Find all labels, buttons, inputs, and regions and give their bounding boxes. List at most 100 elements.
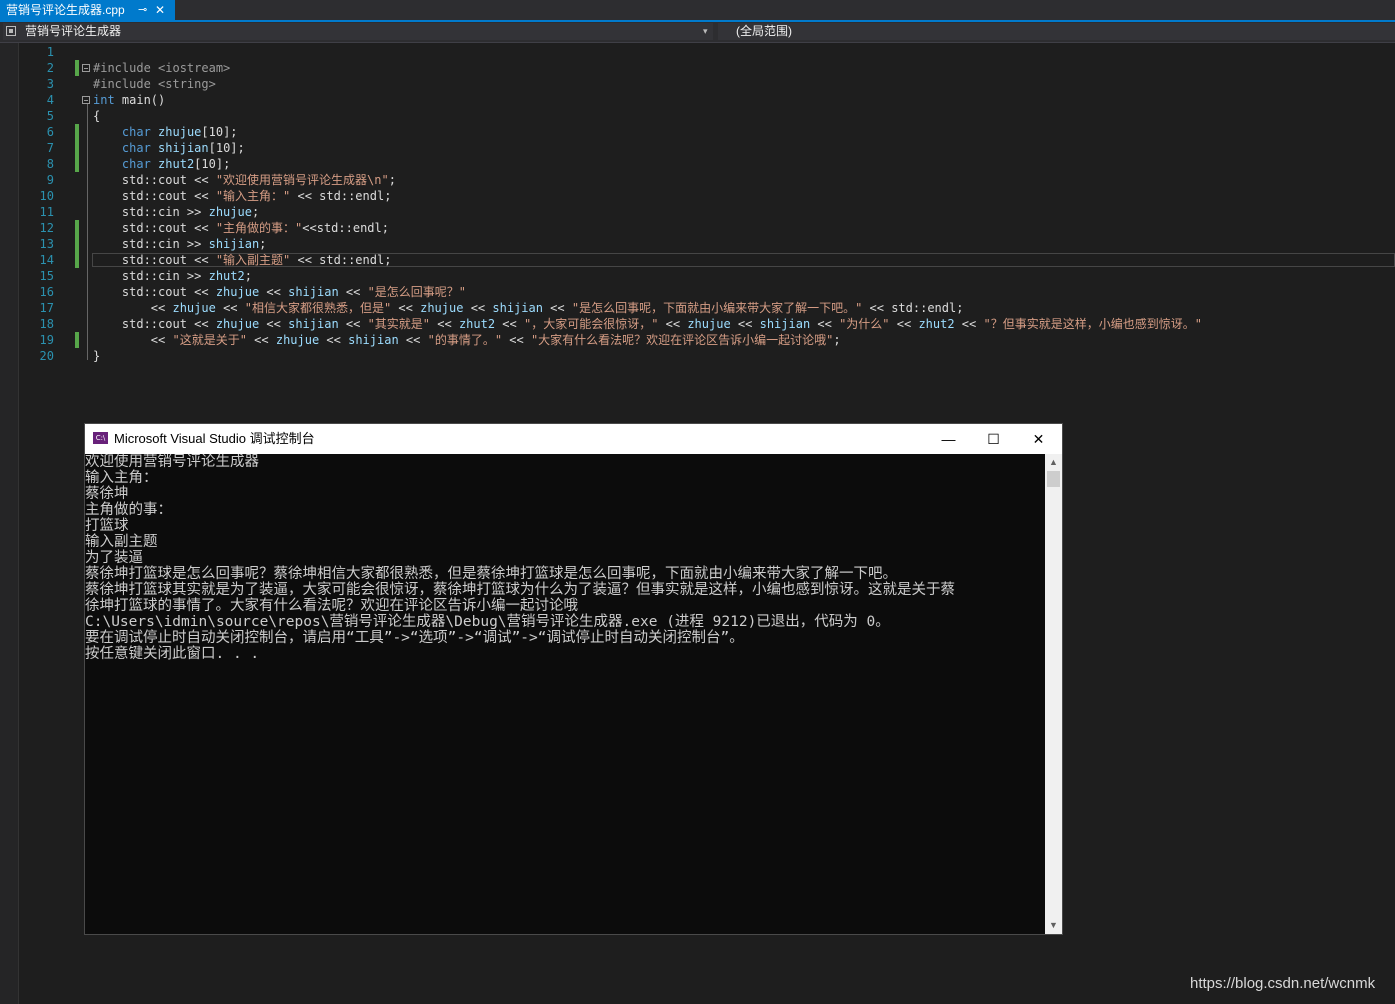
- variable: shijian: [759, 317, 811, 331]
- code-token: std::cout <<: [93, 317, 216, 331]
- project-dropdown-label: 营销号评论生成器: [25, 24, 122, 38]
- navigation-bar: 营销号评论生成器 ▾ (全局范围): [0, 22, 1395, 43]
- code-token: main(): [114, 93, 166, 107]
- code-text: {: [93, 108, 100, 124]
- document-tab[interactable]: 营销号评论生成器.cpp ⊸ ✕: [0, 0, 175, 20]
- code-line[interactable]: 14 std::cout << "输入副主题" << std::endl;: [0, 252, 1395, 268]
- code-line[interactable]: 8 char zhut2[10];: [0, 156, 1395, 172]
- code-token: std::cin >>: [93, 237, 209, 251]
- code-token: <<: [338, 317, 368, 331]
- change-marker: [75, 140, 79, 156]
- console-scrollbar[interactable]: ▲ ▼: [1045, 454, 1062, 934]
- code-line[interactable]: 1: [0, 44, 1395, 60]
- chevron-down-icon: ▾: [703, 26, 708, 36]
- debug-console-window[interactable]: C:\ Microsoft Visual Studio 调试控制台 — ☐ ✕ …: [85, 424, 1062, 934]
- code-line[interactable]: 20}: [0, 348, 1395, 364]
- line-number: 19: [39, 333, 54, 347]
- code-token: ;: [833, 333, 841, 347]
- line-number: 8: [46, 157, 54, 171]
- code-line[interactable]: 12 std::cout << "主角做的事："<<std::endl;: [0, 220, 1395, 236]
- string-literal: "相信大家都很熟悉，但是": [244, 301, 392, 315]
- code-token: <<: [259, 317, 289, 331]
- code-line[interactable]: 16 std::cout << zhujue << shijian << "是怎…: [0, 284, 1395, 300]
- console-line: C:\Users\idmin\source\repos\营销号评论生成器\Deb…: [85, 614, 890, 630]
- console-app-icon: C:\: [93, 432, 108, 444]
- console-line: 蔡徐坤: [85, 486, 129, 502]
- scrollbar-thumb[interactable]: [1047, 471, 1060, 487]
- console-title-bar[interactable]: C:\ Microsoft Visual Studio 调试控制台 — ☐ ✕: [85, 424, 1062, 454]
- change-marker: [75, 332, 79, 348]
- variable: zhut2: [208, 269, 245, 283]
- code-token: <<: [810, 317, 840, 331]
- scroll-down-arrow-icon[interactable]: ▼: [1045, 917, 1062, 934]
- scroll-up-arrow-icon[interactable]: ▲: [1045, 454, 1062, 471]
- code-token: ;: [251, 205, 260, 219]
- console-title: Microsoft Visual Studio 调试控制台: [114, 431, 315, 446]
- string-literal: "欢迎使用营销号评论生成器\n": [215, 173, 389, 187]
- code-token: <<: [93, 301, 173, 315]
- code-token: <<: [259, 285, 289, 299]
- string-literal: "这就是关于": [172, 333, 247, 347]
- code-token: <<: [430, 317, 459, 331]
- console-line: 主角做的事：: [85, 502, 172, 518]
- project-dropdown[interactable]: 营销号评论生成器 ▾: [3, 23, 713, 40]
- variable: zhujue: [215, 317, 260, 331]
- code-line[interactable]: 17 << zhujue << "相信大家都很熟悉，但是" << zhujue …: [0, 300, 1395, 316]
- change-marker: [75, 236, 79, 252]
- code-line[interactable]: 10 std::cout << "输入主角：" << std::endl;: [0, 188, 1395, 204]
- code-token: <<: [542, 301, 572, 315]
- code-token: <<: [730, 317, 760, 331]
- collapse-toggle-icon[interactable]: [82, 64, 90, 72]
- minimize-button[interactable]: —: [926, 424, 971, 454]
- code-line[interactable]: 7 char shijian[10];: [0, 140, 1395, 156]
- console-line: 要在调试停止时自动关闭控制台，请启用“工具”->“选项”->“调试”->“调试停…: [85, 630, 744, 646]
- string-literal: "是怎么回事呢？": [367, 285, 467, 299]
- code-text: char shijian[10];: [93, 140, 245, 156]
- code-token: ;: [259, 237, 267, 251]
- code-token: }: [93, 349, 101, 363]
- console-line: 蔡徐坤打篮球其实就是为了装逼，大家可能会很惊讶，蔡徐坤打篮球为什么为了装逼？但事…: [85, 582, 955, 598]
- tab-close-icon[interactable]: ✕: [155, 0, 165, 20]
- scope-dropdown[interactable]: (全局范围): [718, 23, 1395, 40]
- code-line[interactable]: 4 int main(): [0, 92, 1395, 108]
- maximize-button[interactable]: ☐: [971, 424, 1016, 454]
- line-number: 12: [39, 221, 54, 235]
- close-button[interactable]: ✕: [1016, 424, 1061, 454]
- console-line: 输入副主题: [85, 534, 158, 550]
- code-line[interactable]: 3 #include <string>: [0, 76, 1395, 92]
- variable: zhujue: [687, 317, 731, 331]
- code-line[interactable]: 11 std::cin >> zhujue;: [0, 204, 1395, 220]
- string-literal: "，大家可能会很惊讶，": [523, 317, 659, 331]
- console-line: 输入主角：: [85, 470, 158, 486]
- variable: shijian: [348, 333, 399, 347]
- line-number: 3: [46, 77, 54, 91]
- string-literal: "？但事实就是这样，小编也感到惊讶。": [983, 317, 1202, 331]
- code-line[interactable]: 2 #include <iostream>: [0, 60, 1395, 76]
- code-token: [10];: [208, 141, 245, 155]
- code-text: std::cin >> zhut2;: [93, 268, 252, 284]
- code-text: char zhut2[10];: [93, 156, 230, 172]
- code-line[interactable]: 6 char zhujue[10];: [0, 124, 1395, 140]
- collapse-toggle-icon[interactable]: [82, 96, 90, 104]
- code-line[interactable]: 18 std::cout << zhujue << shijian << "其实…: [0, 316, 1395, 332]
- code-line[interactable]: 15 std::cin >> zhut2;: [0, 268, 1395, 284]
- code-text: std::cout << "主角做的事："<<std::endl;: [93, 220, 389, 236]
- code-token: <<: [889, 317, 919, 331]
- code-line[interactable]: 19 << "这就是关于" << zhujue << shijian << "的…: [0, 332, 1395, 348]
- code-line[interactable]: 5{: [0, 108, 1395, 124]
- code-token: << std::endl;: [862, 301, 964, 315]
- code-token: std::cout <<: [93, 189, 216, 203]
- watermark: https://blog.csdn.net/wcnmk: [1190, 975, 1376, 992]
- line-number: 7: [46, 141, 54, 155]
- code-line[interactable]: 9 std::cout << "欢迎使用营销号评论生成器\n";: [0, 172, 1395, 188]
- code-token: <<: [246, 333, 276, 347]
- console-output[interactable]: 欢迎使用营销号评论生成器 输入主角： 蔡徐坤 主角做的事： 打篮球 输入副主题 为了装逼 蔡徐…: [85, 454, 1045, 934]
- code-line[interactable]: 13 std::cin >> shijian;: [0, 236, 1395, 252]
- preprocessor-directive: #include <string>: [93, 77, 216, 91]
- pin-icon[interactable]: ⊸: [138, 0, 147, 20]
- string-literal: "其实就是": [367, 317, 431, 331]
